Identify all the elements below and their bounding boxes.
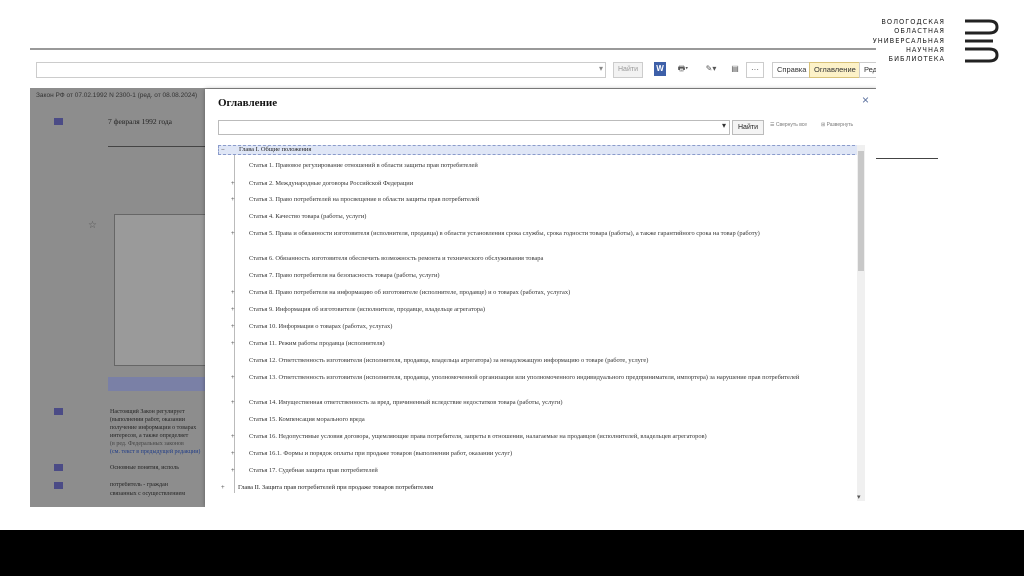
- close-icon[interactable]: ×: [862, 93, 869, 107]
- scroll-down-icon[interactable]: ▾: [857, 493, 861, 501]
- logo-line: БИБЛИОТЕКА: [888, 55, 945, 64]
- main-search-input[interactable]: ▾: [36, 62, 606, 78]
- contents-find-button[interactable]: Найти: [732, 120, 764, 135]
- toc-item[interactable]: Статья 12. Ответственность изготовителя …: [249, 357, 849, 365]
- expand-node-icon[interactable]: +: [231, 230, 235, 237]
- comment-icon[interactable]: ▤: [728, 62, 742, 76]
- expand-button[interactable]: ⊞ Развернуть: [821, 122, 853, 128]
- document-link[interactable]: (см. текст в предыдущей редакции): [110, 449, 206, 455]
- expand-node-icon[interactable]: +: [231, 180, 235, 187]
- library-logo: ВОЛОГОДСКАЯ ОБЛАСТНАЯ УНИВЕРСАЛЬНАЯ НАУЧ…: [873, 18, 1005, 66]
- expand-node-icon[interactable]: +: [231, 450, 235, 457]
- toc-item[interactable]: Глава I. Общие положения: [218, 145, 862, 155]
- toc-item[interactable]: Статья 16. Недопустимые условия договора…: [249, 433, 849, 441]
- dialog-title: Оглавление: [218, 97, 278, 109]
- expand-label: Развернуть: [826, 122, 854, 128]
- document-paragraph: потребитель - граждан: [110, 482, 168, 488]
- expand-node-icon[interactable]: +: [231, 399, 235, 406]
- contents-search-input[interactable]: ▾: [218, 120, 730, 135]
- bookmark-marker-icon[interactable]: [54, 464, 63, 471]
- toc-item[interactable]: Статья 17. Судебная защита прав потребит…: [249, 467, 849, 475]
- expand-node-icon[interactable]: +: [231, 433, 235, 440]
- expand-node-icon[interactable]: +: [231, 196, 235, 203]
- logo-line: ВОЛОГОДСКАЯ: [881, 18, 945, 26]
- document-paragraph: получение информации о товарах: [110, 425, 197, 431]
- expand-node-icon[interactable]: +: [231, 289, 235, 296]
- toc-item[interactable]: Глава II. Защита прав потребителей при п…: [238, 484, 848, 492]
- collapse-node-icon[interactable]: −: [221, 146, 225, 153]
- collapse-all-label: Свернуть все: [775, 122, 808, 128]
- scrollbar-thumb[interactable]: [858, 151, 864, 271]
- logo-line: УНИВЕРСАЛЬНАЯ: [872, 36, 945, 45]
- tab-editions[interactable]: Ред: [859, 62, 876, 78]
- toc-item[interactable]: Статья 11. Режим работы продавца (исполн…: [249, 340, 849, 348]
- toc-item[interactable]: Статья 5. Права и обязанности изготовите…: [249, 230, 849, 238]
- document-header: Закон РФ от 07.02.1992 N 2300-1 (ред. от…: [36, 92, 198, 99]
- logo-line: ОБЛАСТНАЯ: [894, 27, 945, 36]
- document-paragraph: (в ред. Федеральных законов: [110, 441, 184, 447]
- consultant-window: ▾ Найти W 🖶▾ ✎▾ ▤ ··· Справка Оглавление…: [30, 48, 876, 507]
- document-paragraph: (выполнении работ, оказании: [110, 417, 185, 423]
- toc-item[interactable]: Статья 10. Информация о товарах (работах…: [249, 323, 849, 331]
- logo-line: НАУЧНАЯ: [905, 45, 945, 54]
- expand-node-icon[interactable]: +: [231, 374, 235, 381]
- logo-mark-icon: [965, 19, 999, 63]
- expand-node-icon[interactable]: +: [231, 340, 235, 347]
- tab-help[interactable]: Справка: [772, 62, 812, 78]
- toc-scrollbar[interactable]: ▾: [857, 145, 865, 501]
- toc-item[interactable]: Статья 15. Компенсация морального вреда: [249, 416, 849, 424]
- main-find-button[interactable]: Найти: [613, 62, 643, 78]
- expand-node-icon[interactable]: +: [231, 323, 235, 330]
- document-rule: [108, 146, 208, 147]
- bookmark-marker-icon[interactable]: [54, 408, 63, 415]
- collapse-all-button[interactable]: ☰ Свернуть все: [770, 122, 807, 128]
- chevron-down-icon[interactable]: ▾: [599, 64, 603, 73]
- document-paragraph: Настоящий Закон регулирует: [110, 409, 185, 415]
- document-paragraph: интересов, а также определяет: [110, 433, 189, 439]
- bookmark-icon[interactable]: ✎▾: [700, 62, 722, 76]
- toc-item[interactable]: Статья 14. Имущественная ответственность…: [249, 399, 849, 407]
- document-date: 7 февраля 1992 года: [108, 117, 173, 126]
- print-icon[interactable]: 🖶▾: [672, 62, 694, 76]
- tab-contents[interactable]: Оглавление: [809, 62, 861, 78]
- toc-item-label: Глава I. Общие положения: [239, 146, 312, 153]
- contents-tree: Глава I. Общие положения − Статья 1. Пра…: [218, 145, 862, 501]
- toc-item[interactable]: Статья 6. Обязанность изготовителя обесп…: [249, 255, 849, 263]
- bottom-black-bar: [0, 530, 1024, 576]
- expand-node-icon[interactable]: +: [221, 484, 225, 491]
- toc-item[interactable]: Статья 13. Ответственность изготовителя …: [249, 374, 849, 382]
- bookmark-marker-icon[interactable]: [54, 118, 63, 125]
- document-frame: [114, 214, 208, 366]
- logo-text: ВОЛОГОДСКАЯ ОБЛАСТНАЯ УНИВЕРСАЛЬНАЯ НАУЧ…: [873, 18, 945, 64]
- chevron-down-icon[interactable]: ▾: [722, 121, 726, 130]
- toc-item[interactable]: Статья 3. Право потребителей на просвеще…: [249, 196, 849, 204]
- document-paragraph: связанных с осуществлением: [110, 491, 186, 497]
- document-paragraph: Основные понятия, исполь: [110, 465, 179, 471]
- top-toolbar: ▾ Найти W 🖶▾ ✎▾ ▤ ··· Справка Оглавление…: [30, 60, 876, 82]
- contents-dialog: Оглавление × ▾ Найти ☰ Свернуть все ⊞ Ра…: [205, 89, 876, 507]
- bookmark-marker-icon[interactable]: [54, 482, 63, 489]
- toc-item[interactable]: Статья 4. Качество товара (работы, услуг…: [249, 213, 849, 221]
- expand-node-icon[interactable]: +: [231, 467, 235, 474]
- document-highlight: [108, 377, 208, 391]
- toc-item[interactable]: Статья 9. Информация об изготовителе (ис…: [249, 306, 849, 314]
- toc-item[interactable]: Статья 8. Право потребителя на информаци…: [249, 289, 849, 297]
- expand-node-icon[interactable]: +: [231, 306, 235, 313]
- star-icon[interactable]: ☆: [88, 220, 97, 231]
- word-icon[interactable]: W: [654, 62, 666, 76]
- toc-item[interactable]: Статья 7. Право потребителя на безопасно…: [249, 272, 849, 280]
- slide: ВОЛОГОДСКАЯ ОБЛАСТНАЯ УНИВЕРСАЛЬНАЯ НАУЧ…: [0, 0, 1024, 530]
- more-icon[interactable]: ···: [746, 62, 764, 78]
- toc-item[interactable]: Статья 16.1. Формы и порядок оплаты при …: [249, 450, 849, 458]
- slide-divider: [872, 158, 938, 159]
- toc-item[interactable]: Статья 1. Правовое регулирование отношен…: [249, 162, 849, 170]
- toc-item[interactable]: Статья 2. Международные договоры Российс…: [249, 180, 849, 188]
